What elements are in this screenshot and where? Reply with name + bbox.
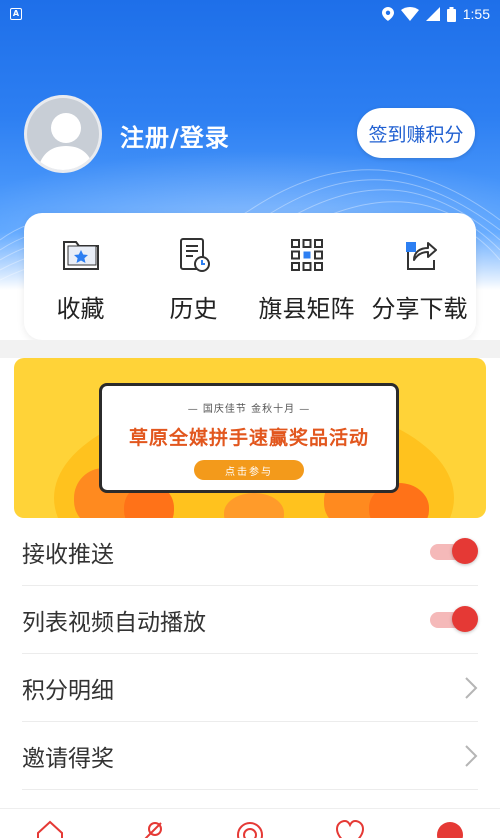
quick-actions-card: 收藏 历史 旗县矩阵 分享下载 bbox=[24, 213, 476, 340]
quick-action-share-download[interactable]: 分享下载 bbox=[363, 213, 476, 340]
signal-icon bbox=[425, 7, 440, 21]
section-divider bbox=[0, 340, 500, 358]
quick-action-label: 分享下载 bbox=[371, 295, 468, 323]
home-icon[interactable] bbox=[35, 819, 65, 838]
toggle-thumb bbox=[452, 606, 478, 632]
setting-invite-reward[interactable]: 邀请得奖 bbox=[0, 722, 500, 790]
wifi-icon bbox=[400, 7, 419, 21]
setting-label: 积分明细 bbox=[22, 678, 114, 704]
setting-receive-push: 接收推送 bbox=[0, 518, 500, 586]
banner-join-button[interactable]: 点击参与 bbox=[194, 460, 304, 480]
target-icon[interactable] bbox=[235, 819, 265, 838]
grid-matrix-icon bbox=[290, 239, 323, 271]
login-register-link[interactable]: 注册/登录 bbox=[120, 118, 230, 153]
toggle-thumb bbox=[452, 538, 478, 564]
location-icon bbox=[381, 7, 394, 21]
chevron-right-icon bbox=[465, 677, 478, 699]
bottom-nav bbox=[0, 808, 500, 838]
mine-page: A 1:55 注册/登录 签到赚积分 收藏 历史 旗县矩阵 分享下载 — 国庆佳… bbox=[0, 0, 500, 838]
quick-action-label: 旗县矩阵 bbox=[258, 295, 355, 323]
status-bar: A 1:55 bbox=[0, 0, 500, 28]
quick-action-label: 收藏 bbox=[56, 295, 105, 323]
history-doc-icon bbox=[179, 238, 210, 272]
status-time: 1:55 bbox=[462, 6, 490, 22]
autoplay-toggle[interactable] bbox=[430, 606, 478, 634]
battery-icon bbox=[446, 6, 456, 22]
quick-action-label: 历史 bbox=[169, 295, 218, 323]
banner-subtitle: — 国庆佳节 金秋十月 — bbox=[187, 404, 311, 415]
setting-points-detail[interactable]: 积分明细 bbox=[0, 654, 500, 722]
avatar[interactable] bbox=[24, 95, 102, 173]
heart-icon[interactable] bbox=[335, 819, 365, 838]
radar-icon[interactable] bbox=[135, 819, 165, 838]
app-notification-icon: A bbox=[10, 8, 22, 20]
activity-banner[interactable]: — 国庆佳节 金秋十月 — 草原全媒拼手速赢奖品活动 点击参与 bbox=[14, 358, 486, 518]
chevron-right-icon bbox=[465, 745, 478, 767]
profile-dot-icon[interactable] bbox=[435, 819, 465, 838]
share-icon bbox=[405, 242, 437, 270]
setting-label: 接收推送 bbox=[22, 542, 114, 568]
favorites-folder-icon bbox=[62, 241, 99, 270]
setting-label: 邀请得奖 bbox=[22, 746, 114, 772]
quick-action-history[interactable]: 历史 bbox=[137, 213, 250, 340]
setting-label: 列表视频自动播放 bbox=[22, 610, 206, 636]
banner-board: — 国庆佳节 金秋十月 — 草原全媒拼手速赢奖品活动 点击参与 bbox=[99, 383, 399, 493]
setting-autoplay-video: 列表视频自动播放 bbox=[0, 586, 500, 654]
quick-action-favorites[interactable]: 收藏 bbox=[24, 213, 137, 340]
signin-earn-points-button[interactable]: 签到赚积分 bbox=[357, 108, 475, 158]
push-toggle[interactable] bbox=[430, 538, 478, 566]
banner-title: 草原全媒拼手速赢奖品活动 bbox=[128, 427, 369, 449]
quick-action-county-matrix[interactable]: 旗县矩阵 bbox=[250, 213, 363, 340]
